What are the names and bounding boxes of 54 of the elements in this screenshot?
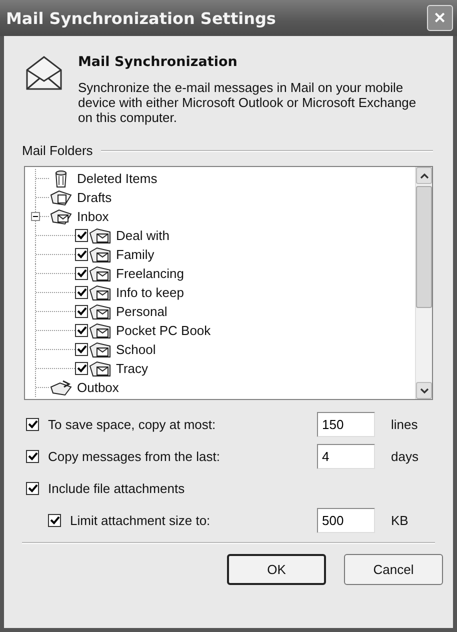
option-label: Include file attachments [48,480,186,496]
description: Synchronize the e-mail messages in Mail on your mobile device with either Microsoft Outlook or Microsoft Exchange on this computer. [78,80,418,125]
folder-label[interactable]: Tracy [116,361,148,376]
folder-envelope-icon [88,340,112,358]
folder-label[interactable]: Outbox [77,380,119,395]
folder-page-icon [49,188,73,206]
option-label: Copy messages from the last: [48,448,221,464]
folder-envelope-icon [88,226,112,244]
folder-envelope-icon [88,360,112,378]
folder-checkbox[interactable] [75,286,88,299]
folder-envelope-icon [88,322,112,340]
folder-envelope-icon [88,284,112,302]
folder-envelope-icon [88,264,112,282]
folder-checkbox[interactable] [75,229,88,242]
envelope-icon [24,54,64,92]
unit-label: lines [391,416,419,432]
ok-button[interactable]: OK [227,554,326,585]
folder-label[interactable]: Personal [116,304,168,319]
folder-envelope-icon [88,246,112,264]
unit-label: KB [391,512,410,528]
folder-label[interactable]: Drafts [77,190,112,205]
scrollbar[interactable] [415,167,432,399]
window-title: Mail Synchronization Settings [6,8,276,28]
unit-label: days [391,448,420,464]
cancel-button[interactable]: Cancel [344,554,443,585]
folder-label[interactable]: Deleted Items [77,171,158,186]
option-checkbox[interactable] [26,482,39,494]
folder-checkbox[interactable] [75,248,88,261]
folder-label[interactable]: Deal with [116,228,170,243]
folder-checkbox[interactable] [75,362,88,375]
number-field[interactable]: 4 [317,444,375,468]
number-field[interactable]: 150 [317,412,375,436]
number-field[interactable]: 500 [317,508,375,532]
group-label: Mail Folders [22,143,93,158]
folder-checkbox[interactable] [75,267,88,280]
option-label: Limit attachment size to: [70,512,212,528]
collapse-toggle[interactable] [31,212,40,221]
folder-envelope-icon [49,208,73,226]
folder-label[interactable]: Pocket PC Book [116,323,211,338]
folder-label[interactable]: Info to keep [116,285,184,300]
option-checkbox[interactable] [26,450,39,462]
folder-label[interactable]: Inbox [77,209,109,224]
folder-label[interactable]: School [116,342,156,357]
folder-label[interactable]: Family [116,247,154,262]
folder-checkbox[interactable] [75,305,88,318]
section-title: Mail Synchronization [78,54,238,70]
option-label: To save space, copy at most: [48,416,217,432]
folder-checkbox[interactable] [75,324,88,337]
option-checkbox[interactable] [48,514,61,526]
option-checkbox[interactable] [26,418,39,430]
folder-arrow-icon [49,378,73,396]
folder-envelope-icon [88,302,112,320]
folder-checkbox[interactable] [75,343,88,356]
folder-label[interactable]: Freelancing [116,266,184,281]
